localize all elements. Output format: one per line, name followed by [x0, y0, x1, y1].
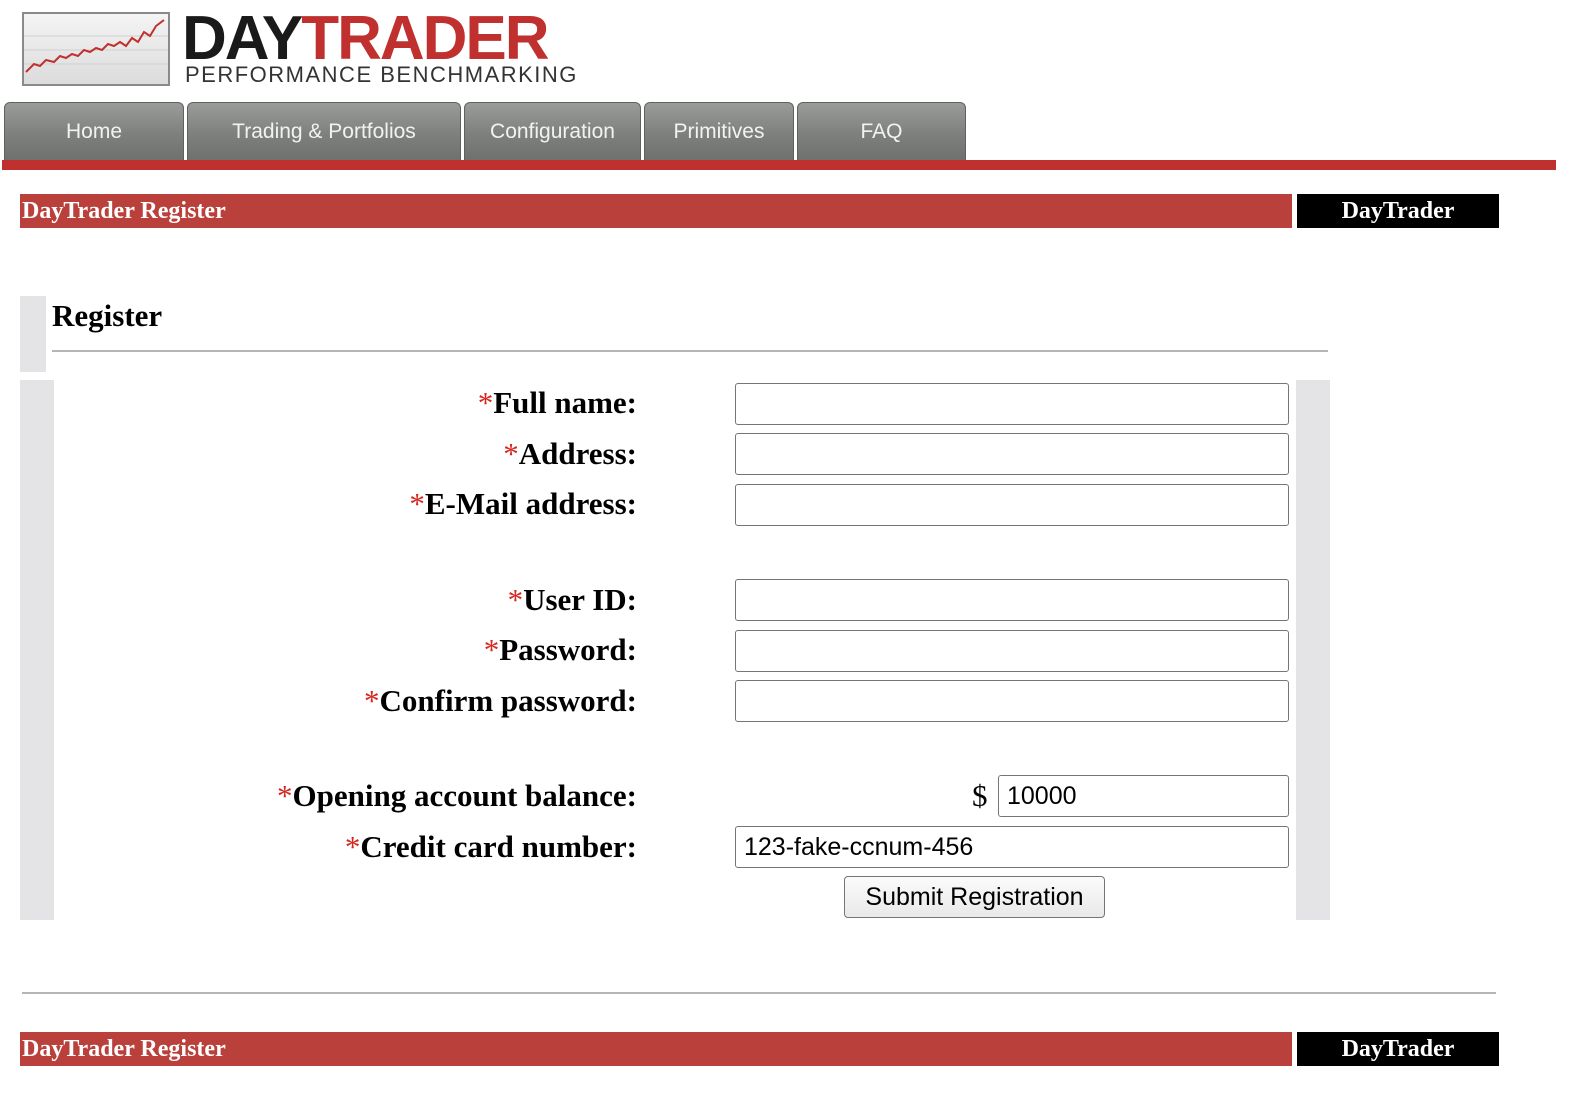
full-name-label-text: Full name: [493, 385, 637, 420]
address-input[interactable] [735, 433, 1289, 475]
header-banner-brand: DayTrader [1297, 194, 1499, 228]
form-side-panel-right [1296, 380, 1330, 920]
email-label-text: E-Mail address: [424, 486, 637, 521]
tab-faq[interactable]: FAQ [797, 102, 966, 160]
opening-balance-input[interactable] [998, 775, 1289, 817]
tab-primitives[interactable]: Primitives [644, 102, 794, 160]
credit-card-label-text: Credit card number: [360, 829, 637, 864]
daytrader-logo: DAYTRADER PERFORMANCE BENCHMARKING [22, 6, 622, 90]
credit-card-label: *Credit card number: [345, 827, 637, 867]
required-marker: * [409, 486, 425, 521]
tab-home[interactable]: Home [4, 102, 184, 160]
credit-card-input[interactable] [735, 826, 1289, 868]
user-id-label: *User ID: [508, 580, 637, 620]
user-id-label-text: User ID: [523, 582, 637, 617]
chart-logo-icon [22, 12, 170, 86]
nav-divider [2, 160, 1556, 170]
heading-side-block [20, 296, 46, 372]
footer-banner-brand: DayTrader [1297, 1032, 1499, 1066]
tab-configuration[interactable]: Configuration [464, 102, 641, 160]
header-banner-title: DayTrader Register [20, 194, 1292, 228]
confirm-password-label: *Confirm password: [364, 681, 637, 721]
full-name-input[interactable] [735, 383, 1289, 425]
password-label: *Password: [484, 630, 637, 670]
required-marker: * [483, 632, 500, 667]
submit-registration-button[interactable]: Submit Registration [844, 876, 1105, 918]
required-marker: * [344, 829, 361, 864]
password-input[interactable] [735, 630, 1289, 672]
confirm-password-label-text: Confirm password: [379, 683, 637, 718]
password-label-text: Password: [499, 632, 637, 667]
logo-tagline: PERFORMANCE BENCHMARKING [185, 62, 578, 87]
full-name-label: *Full name: [478, 383, 637, 423]
required-marker: * [507, 582, 524, 617]
required-marker: * [477, 385, 494, 420]
footer-banner-title: DayTrader Register [20, 1032, 1292, 1066]
tab-trading-portfolios[interactable]: Trading & Portfolios [187, 102, 461, 160]
page-title: Register [52, 298, 163, 333]
balance-label-text: Opening account balance: [292, 778, 637, 813]
address-label-text: Address: [518, 436, 637, 471]
address-label: *Address: [503, 434, 637, 474]
user-id-input[interactable] [735, 579, 1289, 621]
email-label: *E-Mail address: [409, 484, 637, 524]
form-side-panel-left [20, 380, 54, 920]
balance-label: *Opening account balance: [277, 776, 637, 816]
confirm-password-input[interactable] [735, 680, 1289, 722]
footer-divider [22, 992, 1496, 994]
title-divider [52, 350, 1328, 352]
email-input[interactable] [735, 484, 1289, 526]
currency-symbol: $ [972, 778, 988, 813]
required-marker: * [277, 778, 293, 813]
main-nav: Home Trading & Portfolios Configuration … [4, 102, 969, 160]
required-marker: * [503, 436, 519, 471]
required-marker: * [364, 683, 380, 718]
